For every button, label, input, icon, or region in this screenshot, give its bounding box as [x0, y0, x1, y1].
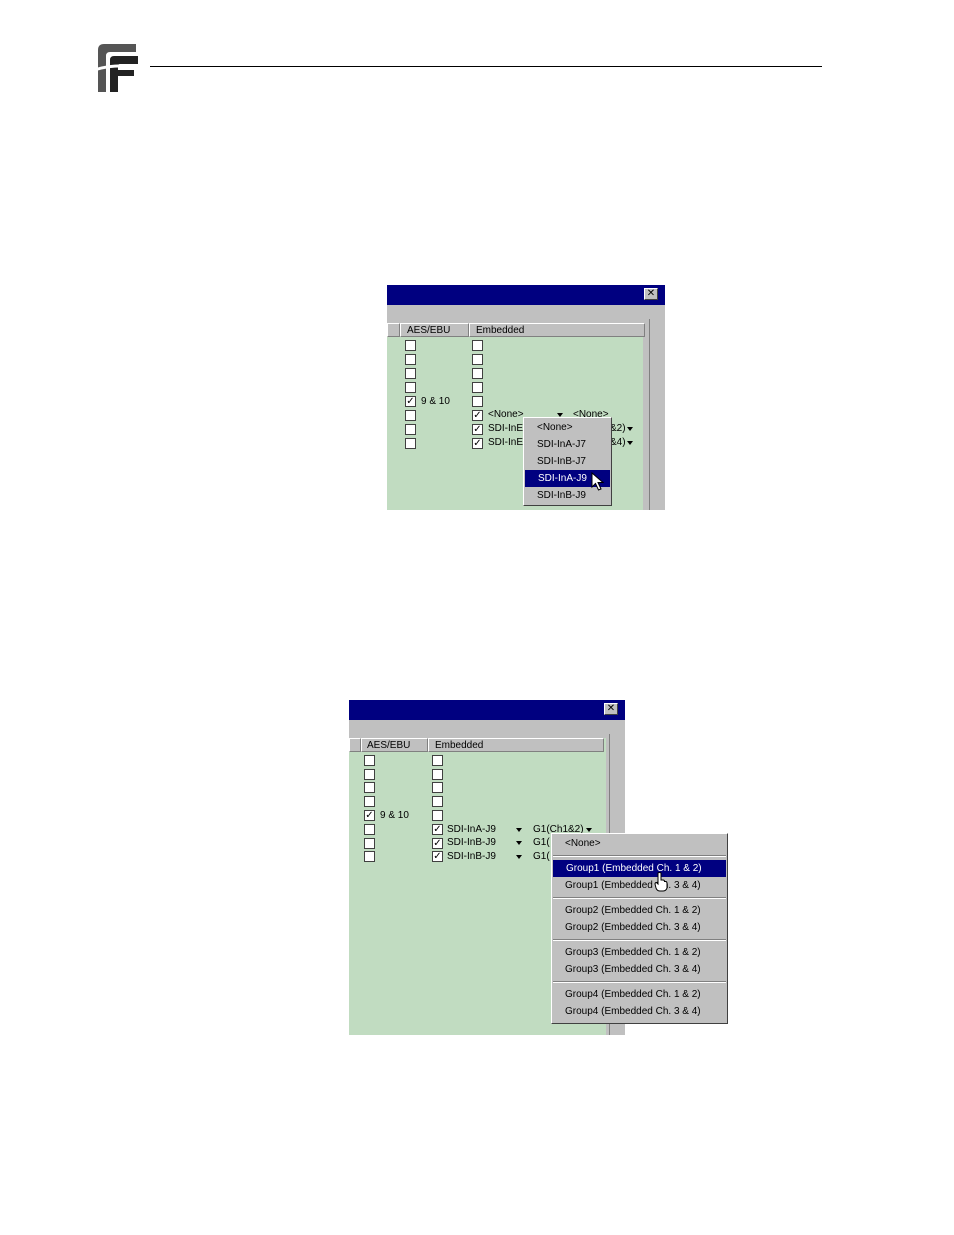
- aes-checkbox-2[interactable]: [364, 769, 375, 780]
- aes-checkbox-5-checked[interactable]: ✓: [364, 810, 375, 821]
- aes-checkbox-4[interactable]: [405, 382, 416, 393]
- menu-item-group1-ch3-4[interactable]: Group1 (Embedded Ch. 3 & 4): [552, 877, 727, 894]
- group-dropdown-row-7[interactable]: G1(: [533, 837, 550, 849]
- column-header: AES/EBU Embedded: [349, 738, 604, 752]
- header-rule: [150, 66, 822, 67]
- aes-checkbox-3[interactable]: [364, 782, 375, 793]
- source-dropdown-row-6[interactable]: <None>: [488, 409, 524, 421]
- column-header: AES/EBU Embedded: [387, 323, 645, 337]
- menu-item-sdi-ina-j7[interactable]: SDI-InA-J7: [524, 436, 611, 453]
- menu-item-sdi-inb-j7[interactable]: SDI-InB-J7: [524, 453, 611, 470]
- menu-separator: [553, 855, 726, 857]
- aes-checkbox-8[interactable]: [364, 851, 375, 862]
- aes-checkbox-7[interactable]: [364, 838, 375, 849]
- close-icon[interactable]: ✕: [644, 288, 658, 300]
- embedded-checkbox-5[interactable]: [472, 396, 483, 407]
- group-dropdown-row-7[interactable]: &2): [610, 423, 626, 435]
- chevron-down-icon[interactable]: [516, 855, 522, 859]
- hand-pointer-icon: [654, 872, 668, 892]
- company-logo-icon: [96, 42, 140, 94]
- column-header-aes: AES/EBU: [361, 738, 428, 752]
- source-dropdown-row-7[interactable]: SDI-InE: [488, 423, 523, 435]
- menu-item-none[interactable]: <None>: [524, 419, 611, 436]
- chevron-down-icon[interactable]: [586, 828, 592, 832]
- dialog-title-bar: ✕: [387, 285, 665, 305]
- menu-separator: [553, 981, 726, 983]
- figure-2-screenshot: ✕ AES/EBU Embedded ✓ 9 & 10 ✓ ✓ ✓ SDI-In…: [349, 700, 729, 1035]
- embedded-checkbox-4[interactable]: [472, 382, 483, 393]
- embedded-checkbox-2[interactable]: [432, 769, 443, 780]
- group-dropdown-row-8[interactable]: &4): [610, 437, 626, 449]
- menu-item-group3-ch3-4[interactable]: Group3 (Embedded Ch. 3 & 4): [552, 961, 727, 978]
- embedded-checkbox-3[interactable]: [432, 782, 443, 793]
- column-header-aes: AES/EBU: [400, 323, 469, 337]
- menu-item-group4-ch1-2[interactable]: Group4 (Embedded Ch. 1 & 2): [552, 986, 727, 1003]
- embedded-checkbox-8-checked[interactable]: ✓: [432, 851, 443, 862]
- embedded-checkbox-3[interactable]: [472, 368, 483, 379]
- source-dropdown-row-7[interactable]: SDI-InB-J9: [447, 837, 496, 849]
- aes-checkbox-4[interactable]: [364, 796, 375, 807]
- source-dropdown-row-6[interactable]: SDI-InA-J9: [447, 824, 496, 836]
- source-dropdown-row-8[interactable]: SDI-InE: [488, 437, 523, 449]
- embedded-checkbox-4[interactable]: [432, 796, 443, 807]
- aes-checkbox-7[interactable]: [405, 424, 416, 435]
- aes-checkbox-5-checked[interactable]: ✓: [405, 396, 416, 407]
- aes-checkbox-2[interactable]: [405, 354, 416, 365]
- column-header-blank: [349, 738, 361, 752]
- aes-checkbox-6[interactable]: [364, 824, 375, 835]
- menu-item-group1-ch1-2-selected[interactable]: Group1 (Embedded Ch. 1 & 2): [553, 860, 726, 877]
- menu-item-group2-ch1-2[interactable]: Group2 (Embedded Ch. 1 & 2): [552, 902, 727, 919]
- embedded-checkbox-5[interactable]: [432, 810, 443, 821]
- embedded-checkbox-6-checked[interactable]: ✓: [432, 824, 443, 835]
- source-dropdown-row-8[interactable]: SDI-InB-J9: [447, 851, 496, 863]
- vertical-scrollbar[interactable]: [649, 319, 663, 510]
- aes-checkbox-3[interactable]: [405, 368, 416, 379]
- aes-checkbox-1[interactable]: [405, 340, 416, 351]
- column-header-embedded: Embedded: [428, 738, 604, 752]
- dialog-title-bar: ✕: [349, 700, 625, 720]
- chevron-down-icon[interactable]: [627, 441, 633, 445]
- embedded-checkbox-7-checked[interactable]: ✓: [432, 838, 443, 849]
- aes-checkbox-1[interactable]: [364, 755, 375, 766]
- aes-checkbox-8[interactable]: [405, 438, 416, 449]
- chevron-down-icon[interactable]: [516, 841, 522, 845]
- menu-item-none[interactable]: <None>: [552, 835, 727, 852]
- close-icon[interactable]: ✕: [604, 703, 618, 715]
- aes-checkbox-6[interactable]: [405, 410, 416, 421]
- embedded-checkbox-2[interactable]: [472, 354, 483, 365]
- column-header-embedded: Embedded: [469, 323, 645, 337]
- embedded-checkbox-7-checked[interactable]: ✓: [472, 424, 483, 435]
- source-dropdown-menu[interactable]: <None> SDI-InA-J7 SDI-InB-J7 SDI-InA-J9 …: [523, 417, 612, 506]
- figure-1-screenshot: ✕ AES/EBU Embedded ✓ 9 & 10 ✓ ✓ ✓ <None>…: [387, 285, 665, 510]
- aes-channel-label: 9 & 10: [380, 810, 409, 821]
- menu-separator: [553, 939, 726, 941]
- menu-item-group2-ch3-4[interactable]: Group2 (Embedded Ch. 3 & 4): [552, 919, 727, 936]
- group-dropdown-row-8[interactable]: G1(: [533, 851, 550, 863]
- embedded-checkbox-1[interactable]: [432, 755, 443, 766]
- menu-item-group4-ch3-4[interactable]: Group4 (Embedded Ch. 3 & 4): [552, 1003, 727, 1020]
- menu-item-group3-ch1-2[interactable]: Group3 (Embedded Ch. 1 & 2): [552, 944, 727, 961]
- chevron-down-icon[interactable]: [516, 828, 522, 832]
- embedded-checkbox-1[interactable]: [472, 340, 483, 351]
- aes-channel-label: 9 & 10: [421, 396, 450, 407]
- embedded-checkbox-8-checked[interactable]: ✓: [472, 438, 483, 449]
- embedded-checkbox-6-checked[interactable]: ✓: [472, 410, 483, 421]
- menu-separator: [553, 897, 726, 899]
- group-dropdown-menu[interactable]: <None> Group1 (Embedded Ch. 1 & 2) Group…: [551, 833, 728, 1024]
- column-header-blank: [387, 323, 400, 337]
- mouse-pointer-icon: [591, 472, 605, 491]
- chevron-down-icon[interactable]: [627, 427, 633, 431]
